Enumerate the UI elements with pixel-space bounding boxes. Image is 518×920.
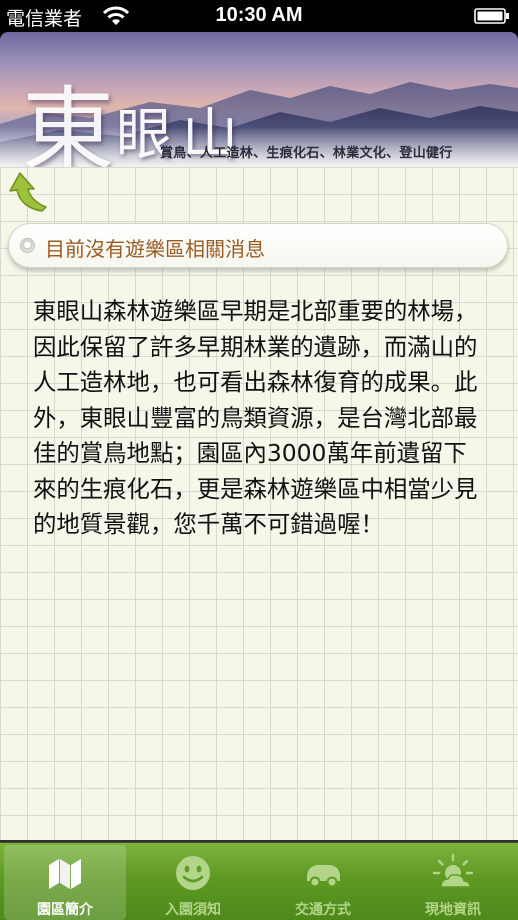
weather-icon [433,853,473,888]
back-arrow-icon[interactable] [6,169,52,213]
content-area: 目前沒有遊樂區相關消息 東眼山森林遊樂區早期是北部重要的林場，因此保留了許多早期… [0,167,518,840]
tab-label: 入園須知 [165,902,221,918]
map-icon [49,859,81,889]
clock: 10:30 AM [215,4,303,26]
smiley-icon [176,856,210,890]
tab-label: 交通方式 [295,902,351,918]
tab-park-intro[interactable]: 園區簡介 [4,845,126,920]
battery-icon [474,8,509,24]
bullet-icon [20,238,35,253]
park-intro-text: 東眼山森林遊樂區早期是北部重要的林場，因此保留了許多早期林業的遺跡，而滿山的人工… [33,297,478,538]
tab-label: 現地資訊 [425,902,481,918]
tab-label: 園區簡介 [37,902,93,918]
news-banner[interactable]: 目前沒有遊樂區相關消息 [8,223,508,268]
car-icon [307,865,340,888]
status-bar: 電信業者 10:30 AM [0,0,518,32]
banner-title-main-char: 東 [22,77,114,167]
tab-bar: 園區簡介 入園須知 交通方式 現地資訊 [0,840,518,920]
tab-transportation[interactable]: 交通方式 [262,845,384,920]
banner-tagline: 賞鳥、人工造林、生痕化石、林業文化、登山健行 [160,146,453,161]
header-banner: 東 眼山 賞鳥、人工造林、生痕化石、林業文化、登山健行 [0,32,518,167]
tab-local-info[interactable]: 現地資訊 [392,845,514,920]
tab-entry-notes[interactable]: 入園須知 [132,845,254,920]
news-text: 目前沒有遊樂區相關消息 [45,237,265,261]
